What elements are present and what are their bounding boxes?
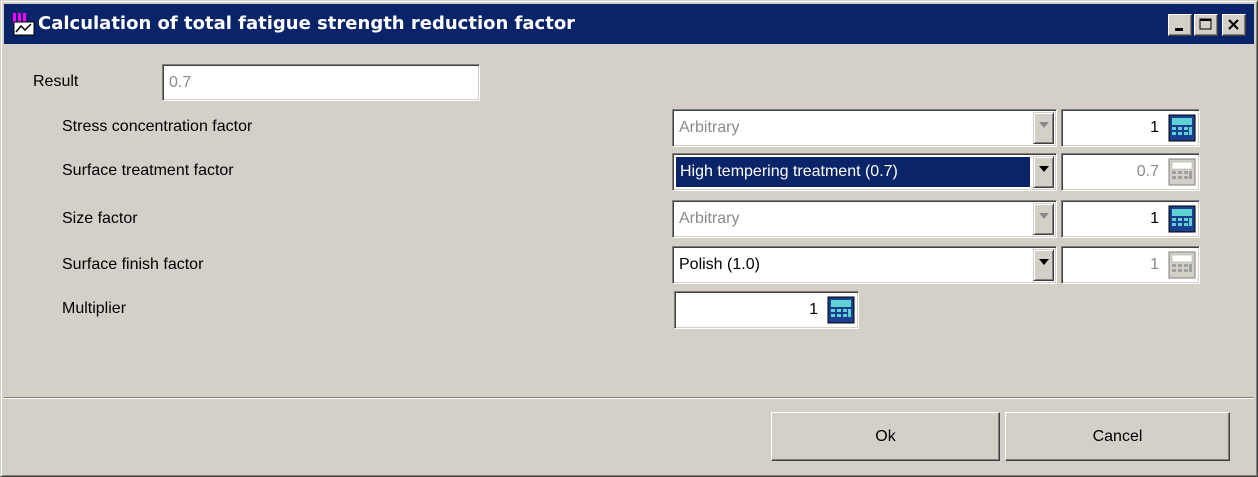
calculator-icon[interactable] [1168, 113, 1196, 143]
size-factor-value: 1 [1150, 210, 1159, 227]
surface-treatment-value: 0.7 [1136, 163, 1159, 180]
dropdown-arrow-icon [1039, 213, 1049, 219]
size-factor-value-field[interactable]: 1 [1061, 200, 1200, 238]
stress-concentration-dropdown-button [1033, 112, 1054, 144]
dropdown-arrow-icon [1039, 166, 1049, 172]
dialog-window: Calculation of total fatigue strength re… [0, 0, 1258, 477]
maximize-button[interactable] [1194, 14, 1218, 36]
calculator-icon [1168, 158, 1196, 186]
stress-concentration-value-field[interactable]: 1 [1061, 109, 1200, 147]
close-icon [1228, 19, 1239, 30]
surface-finish-label: Surface finish factor [62, 256, 204, 273]
multiplier-value: 1 [809, 301, 818, 318]
surface-finish-dropdown-button[interactable] [1033, 249, 1054, 281]
calculator-icon[interactable] [827, 295, 855, 325]
result-field: 0.7 [162, 64, 480, 101]
stress-concentration-combo: Arbitrary [672, 109, 1057, 147]
cancel-button[interactable]: Cancel [1005, 412, 1230, 461]
surface-treatment-value-field: 0.7 [1061, 153, 1200, 191]
surface-finish-combo-value: Polish (1.0) [679, 256, 760, 273]
surface-treatment-label: Surface treatment factor [62, 162, 234, 179]
result-value: 0.7 [169, 73, 192, 91]
window-title: Calculation of total fatigue strength re… [38, 13, 576, 34]
multiplier-label: Multiplier [62, 300, 127, 317]
surface-finish-value-field: 1 [1061, 246, 1200, 284]
footer-divider [4, 397, 1254, 399]
ok-button[interactable]: Ok [771, 412, 1000, 461]
result-label: Result [33, 73, 79, 90]
minimize-icon [1175, 28, 1183, 31]
size-factor-dropdown-button [1033, 203, 1054, 235]
surface-finish-value: 1 [1150, 256, 1159, 273]
surface-finish-combo[interactable]: Polish (1.0) [672, 246, 1057, 284]
stress-concentration-value: 1 [1150, 119, 1159, 136]
dropdown-arrow-icon [1039, 122, 1049, 128]
multiplier-field[interactable]: 1 [674, 291, 859, 329]
surface-treatment-combo[interactable]: High tempering treatment (0.7) [672, 153, 1057, 191]
calculator-icon[interactable] [1168, 204, 1196, 234]
surface-treatment-dropdown-button[interactable] [1033, 156, 1054, 188]
close-button[interactable] [1222, 14, 1246, 36]
stress-concentration-label: Stress concentration factor [62, 118, 253, 135]
size-factor-combo-value: Arbitrary [679, 210, 740, 227]
stress-concentration-combo-value: Arbitrary [679, 119, 740, 136]
surface-treatment-combo-value: High tempering treatment (0.7) [676, 157, 1030, 187]
maximize-icon [1199, 18, 1212, 30]
title-bar[interactable]: Calculation of total fatigue strength re… [4, 4, 1254, 44]
size-factor-label: Size factor [62, 210, 138, 227]
minimize-button[interactable] [1168, 14, 1192, 36]
dropdown-arrow-icon [1039, 259, 1049, 265]
size-factor-combo: Arbitrary [672, 200, 1057, 238]
calculator-icon [1168, 251, 1196, 279]
app-icon [13, 13, 35, 36]
